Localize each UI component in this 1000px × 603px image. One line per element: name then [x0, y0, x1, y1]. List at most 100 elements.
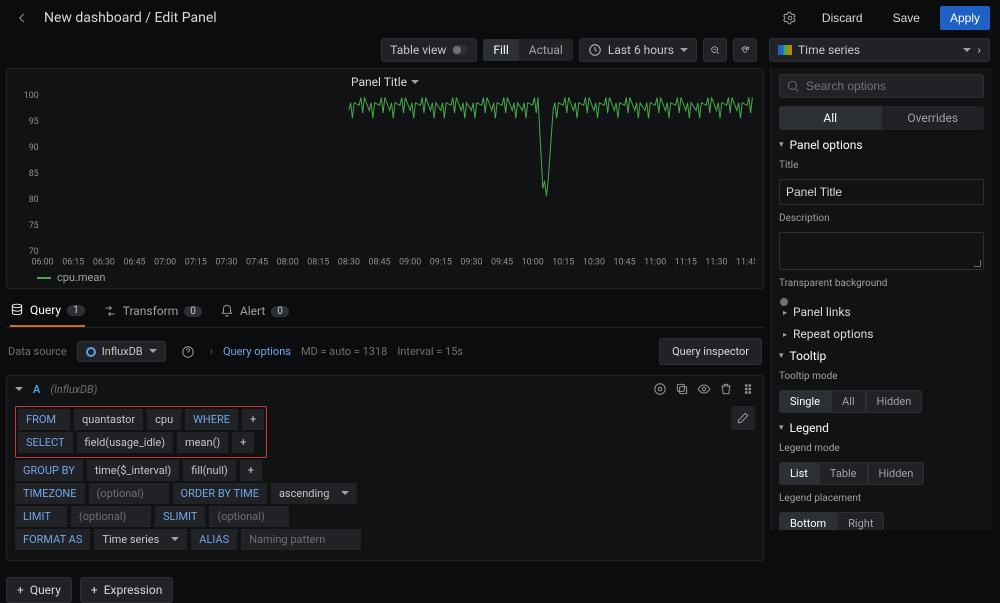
timezone-keyword: TIMEZONE — [15, 483, 85, 504]
from-measurement[interactable]: quantastor — [74, 409, 143, 430]
legend-placement-segment: Bottom Right — [779, 512, 984, 530]
save-button[interactable]: Save — [883, 6, 930, 30]
refresh-button[interactable] — [733, 38, 757, 62]
apply-button[interactable]: Apply — [940, 6, 990, 30]
datasource-select[interactable]: InfluxDB — [77, 341, 166, 362]
seg-overrides[interactable]: Overrides — [882, 106, 985, 130]
groupby-time[interactable]: time($_interval) — [87, 460, 179, 481]
chevron-down-icon: ▾ — [779, 351, 784, 361]
legend-mode-hidden[interactable]: Hidden — [868, 462, 925, 485]
editor-tabs: Query 1 Transform 0 Alert 0 — [6, 295, 764, 328]
add-query-button[interactable]: + Query — [6, 577, 72, 603]
tab-alert[interactable]: Alert 0 — [220, 295, 289, 327]
query-point-icon[interactable] — [653, 382, 667, 396]
legend-placement-label: Legend placement — [779, 493, 984, 504]
drag-query-icon[interactable] — [741, 382, 755, 396]
tab-query[interactable]: Query 1 — [10, 295, 85, 327]
where-keyword[interactable]: WHERE — [185, 409, 238, 430]
viz-type-label: Time series — [798, 43, 860, 57]
orderby-select[interactable]: ascending — [271, 483, 357, 504]
duplicate-query-icon[interactable] — [675, 382, 689, 396]
slimit-keyword: SLIMIT — [155, 506, 205, 527]
bell-icon — [220, 304, 234, 318]
tab-transform[interactable]: Transform 0 — [103, 295, 202, 327]
chevron-down-icon: ▾ — [779, 423, 784, 433]
panel-description-textarea[interactable] — [779, 232, 984, 270]
tooltip-mode-hidden[interactable]: Hidden — [866, 390, 923, 413]
groupby-add-button[interactable]: + — [240, 460, 262, 481]
tooltip-mode-single[interactable]: Single — [779, 390, 831, 413]
discard-button[interactable]: Discard — [812, 6, 873, 30]
svg-text:11:15: 11:15 — [675, 258, 697, 268]
plus-icon: + — [91, 583, 98, 597]
legend-mode-list[interactable]: List — [779, 462, 819, 485]
from-keyword: FROM — [18, 409, 70, 430]
select-add-button[interactable]: + — [232, 432, 254, 453]
breadcrumb: New dashboard / Edit Panel — [44, 10, 217, 26]
formatas-select[interactable]: Time series — [94, 529, 187, 550]
section-tooltip[interactable]: ▾ Tooltip — [779, 349, 984, 363]
from-tag[interactable]: cpu — [147, 409, 181, 430]
datasource-help-icon[interactable] — [176, 340, 200, 364]
select-aggregation[interactable]: mean() — [177, 432, 228, 453]
fill-option[interactable]: Fill — [483, 39, 518, 61]
query-ref-letter[interactable]: A — [33, 383, 40, 396]
actual-option[interactable]: Actual — [519, 39, 573, 61]
options-search[interactable] — [779, 74, 984, 98]
svg-text:06:00: 06:00 — [32, 258, 54, 268]
plus-icon: + — [17, 583, 24, 597]
options-sidebar: All Overrides ▾ Panel options Title Desc… — [770, 68, 992, 530]
slimit-input[interactable]: (optional) — [209, 506, 289, 527]
svg-text:09:15: 09:15 — [430, 258, 452, 268]
table-view-toggle[interactable]: Table view — [381, 38, 477, 62]
formatas-keyword: FORMAT AS — [15, 529, 90, 550]
datasource-label: Data source — [8, 345, 67, 358]
add-expression-button[interactable]: + Expression — [80, 577, 173, 603]
section-panel-links[interactable]: ▸ Panel links — [779, 305, 984, 319]
alias-input[interactable]: Naming pattern — [241, 529, 361, 550]
legend-series-name[interactable]: cpu.mean — [57, 271, 105, 284]
section-panel-options[interactable]: ▾ Panel options — [779, 138, 984, 152]
title-field-label: Title — [779, 160, 984, 171]
svg-text:70: 70 — [29, 247, 39, 257]
delete-query-trash-icon[interactable] — [719, 382, 733, 396]
options-search-input[interactable] — [806, 79, 977, 93]
timezone-input[interactable]: (optional) — [89, 483, 169, 504]
panel-title-input[interactable] — [779, 179, 984, 205]
section-legend[interactable]: ▾ Legend — [779, 421, 984, 435]
section-repeat-options[interactable]: ▸ Repeat options — [779, 327, 984, 341]
tooltip-mode-all[interactable]: All — [831, 390, 866, 413]
svg-text:10:45: 10:45 — [614, 258, 636, 268]
svg-text:11:45: 11:45 — [736, 258, 755, 268]
query-options-link[interactable]: Query options — [223, 345, 291, 358]
select-field[interactable]: field(usage_idle) — [77, 432, 174, 453]
groupby-fill[interactable]: fill(null) — [183, 460, 236, 481]
svg-text:85: 85 — [29, 169, 39, 179]
settings-gear-icon[interactable] — [778, 6, 802, 30]
legend-placement-right[interactable]: Right — [837, 512, 884, 530]
panel-title-chevron-icon[interactable] — [411, 75, 419, 89]
viz-swatch-icon — [778, 45, 792, 55]
svg-text:95: 95 — [29, 117, 39, 127]
zoom-out-button[interactable] — [703, 38, 727, 62]
back-arrow-icon[interactable] — [10, 6, 34, 30]
legend-mode-label: Legend mode — [779, 443, 984, 454]
toggle-query-eye-icon[interactable] — [697, 382, 711, 396]
legend-placement-bottom[interactable]: Bottom — [779, 512, 837, 530]
collapse-query-icon[interactable] — [15, 383, 23, 396]
query-inspector-button[interactable]: Query inspector — [659, 338, 762, 365]
tooltip-mode-segment: Single All Hidden — [779, 390, 984, 413]
svg-text:75: 75 — [29, 221, 39, 231]
limit-input[interactable]: (optional) — [71, 506, 151, 527]
datasource-row: Data source InfluxDB › Query options MD … — [6, 334, 764, 369]
clock-icon — [588, 43, 602, 57]
time-range-picker[interactable]: Last 6 hours — [579, 38, 697, 62]
svg-text:100: 100 — [24, 91, 39, 101]
seg-all[interactable]: All — [779, 106, 882, 130]
svg-text:10:15: 10:15 — [552, 258, 574, 268]
legend-mode-table[interactable]: Table — [819, 462, 868, 485]
from-add-button[interactable]: + — [242, 409, 264, 430]
visualization-picker[interactable]: Time series › — [769, 38, 990, 62]
toggle-text-edit-pencil-icon[interactable] — [731, 406, 755, 430]
database-icon — [10, 303, 24, 317]
